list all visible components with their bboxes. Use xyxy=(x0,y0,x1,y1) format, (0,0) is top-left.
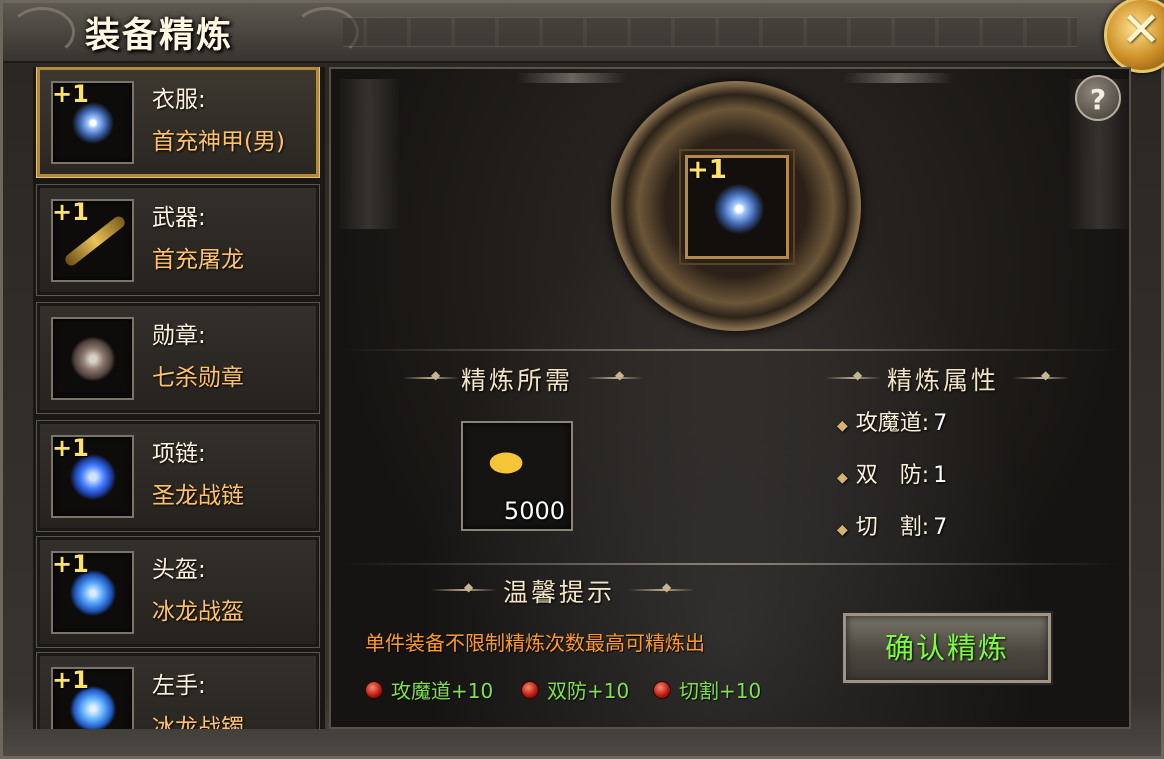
enhance-level: +1 xyxy=(52,198,89,226)
ornament xyxy=(825,368,881,382)
equipment-list[interactable]: +1 衣服: 首充神甲(男) +1 武器: 首充屠龙 勋章: 七杀勋章 +1 项… xyxy=(33,67,325,729)
equipment-item-medal[interactable]: 勋章: 七杀勋章 xyxy=(36,302,320,414)
item-slot: +1 xyxy=(51,434,134,518)
enhance-level: +1 xyxy=(52,666,89,694)
item-category: 武器: xyxy=(152,205,206,231)
attribute-value: 7 xyxy=(933,411,948,436)
cost-slot[interactable]: ⬬ 5000 xyxy=(461,421,573,531)
ornament xyxy=(629,580,695,594)
background-lamp xyxy=(843,73,953,83)
requirement-title: 精炼所需 xyxy=(461,366,574,395)
ornament xyxy=(1013,368,1069,382)
red-gem-icon xyxy=(365,681,383,699)
red-gem-icon xyxy=(653,681,671,699)
armor-icon xyxy=(710,180,768,238)
attribute-value: 7 xyxy=(933,515,948,540)
refine-panel: ? +1 精炼所需 ⬬ 5000 精炼属性 ◆攻魔道:7 ◆双 防:1 ◆切 割… xyxy=(329,67,1131,729)
bonus-item: 攻魔道+10 xyxy=(365,675,493,704)
diamond-icon: ◆ xyxy=(837,470,848,486)
help-button[interactable]: ? xyxy=(1075,75,1121,121)
enhance-level: +1 xyxy=(52,80,89,108)
gold-ingot-icon: ⬬ xyxy=(489,440,524,486)
background-lamp xyxy=(517,73,627,83)
divider xyxy=(343,563,1119,565)
item-name: 首充神甲(男) xyxy=(152,129,285,155)
attribute-value: 1 xyxy=(933,463,948,488)
bonus-text: 双防+10 xyxy=(547,679,630,703)
ornament xyxy=(587,368,643,382)
diamond-icon: ◆ xyxy=(837,418,848,434)
bonus-item: 切割+10 xyxy=(653,675,761,704)
item-category: 勋章: xyxy=(152,323,206,349)
ornament xyxy=(431,580,497,594)
window-title: 装备精炼 xyxy=(85,15,234,56)
bonus-text: 攻魔道+10 xyxy=(391,679,494,703)
title-ornament xyxy=(293,7,359,57)
equipment-item-left-hand[interactable]: +1 左手: 冰龙战镯 xyxy=(36,652,320,729)
attribute-label: 双 防: xyxy=(855,463,930,488)
tips-text: 单件装备不限制精炼次数最高可精炼出 xyxy=(365,631,705,655)
item-category: 衣服: xyxy=(152,87,206,113)
title-ornament xyxy=(9,7,75,57)
enhance-level: +1 xyxy=(687,155,727,185)
enhance-level: +1 xyxy=(52,434,89,462)
medal-icon xyxy=(69,335,117,383)
item-category: 头盔: xyxy=(152,557,206,583)
item-name: 首充屠龙 xyxy=(152,247,244,273)
equipment-item-helmet[interactable]: +1 头盔: 冰龙战盔 xyxy=(36,536,320,648)
item-name: 圣龙战链 xyxy=(152,483,244,509)
item-name: 冰龙战镯 xyxy=(152,715,244,729)
diamond-icon: ◆ xyxy=(837,522,848,538)
background-pillar xyxy=(339,79,399,229)
bonus-item: 双防+10 xyxy=(521,675,629,704)
attribute-row: ◆ 攻魔道: 7 xyxy=(837,405,947,437)
title-bar: 装备精炼 xyxy=(3,3,1164,63)
item-name: 冰龙战盔 xyxy=(152,599,244,625)
item-slot: +1 xyxy=(51,550,134,634)
close-x-icon: ✕ xyxy=(1121,2,1162,58)
attribute-label: 攻魔道: xyxy=(855,411,930,436)
attributes-title: 精炼属性 xyxy=(887,366,1000,395)
divider xyxy=(343,349,1119,351)
confirm-refine-button[interactable]: 确认精炼 xyxy=(843,613,1051,683)
equipment-item-weapon[interactable]: +1 武器: 首充屠龙 xyxy=(36,184,320,296)
tips-title: 温馨提示 xyxy=(503,578,616,607)
selected-item-slot[interactable]: +1 xyxy=(679,149,795,265)
item-slot: +1 xyxy=(51,666,134,729)
attribute-label: 切 割: xyxy=(855,515,930,540)
cost-amount: 5000 xyxy=(503,497,565,525)
item-category: 左手: xyxy=(152,673,206,699)
attribute-row: ◆ 双 防: 1 xyxy=(837,457,947,489)
item-name: 七杀勋章 xyxy=(152,365,244,391)
item-category: 项链: xyxy=(152,441,206,467)
item-slot xyxy=(51,317,134,400)
item-slot: +1 xyxy=(51,198,134,282)
item-slot: +1 xyxy=(51,80,134,164)
enhance-level: +1 xyxy=(52,550,89,578)
refine-window: 装备精炼 ✕ +1 衣服: 首充神甲(男) +1 武器: 首充屠龙 勋章: 七杀… xyxy=(0,0,1164,759)
equipment-item-necklace[interactable]: +1 项链: 圣龙战链 xyxy=(36,420,320,532)
ornament xyxy=(403,368,459,382)
bonus-text: 切割+10 xyxy=(679,679,762,703)
equipment-item-clothes[interactable]: +1 衣服: 首充神甲(男) xyxy=(36,67,320,178)
red-gem-icon xyxy=(521,681,539,699)
attribute-row: ◆ 切 割: 7 xyxy=(837,509,947,541)
